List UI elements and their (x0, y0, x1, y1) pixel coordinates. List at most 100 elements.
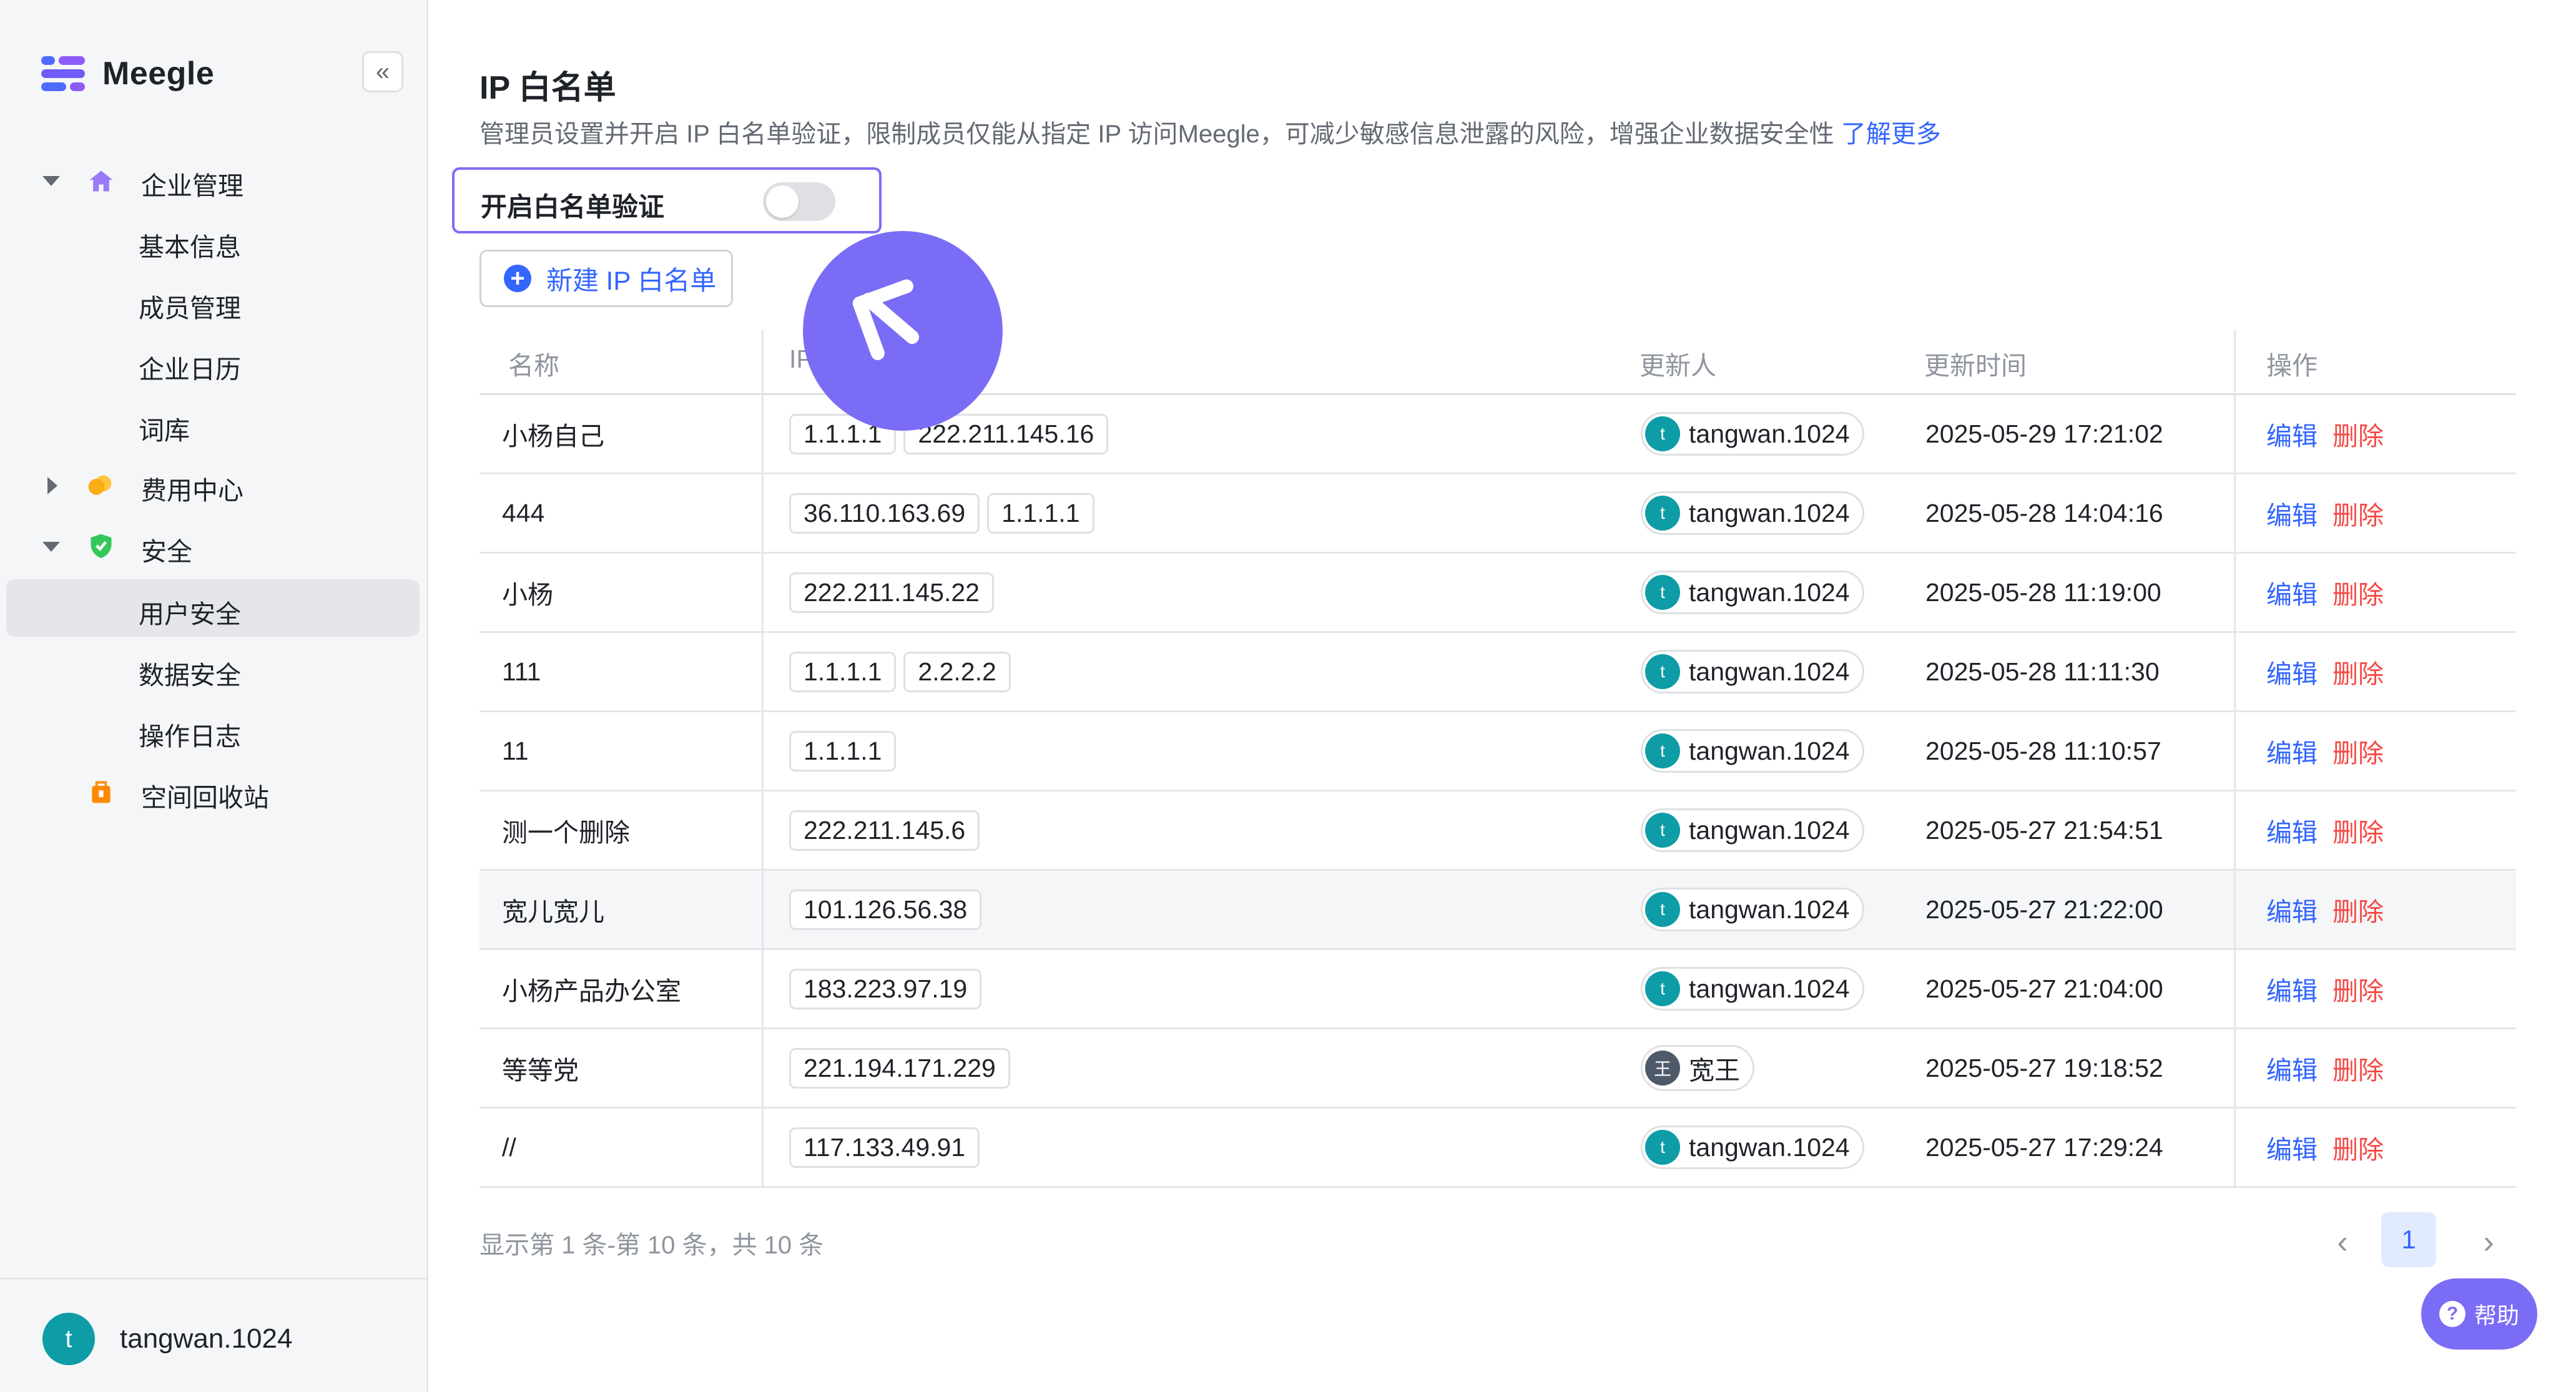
trash-bag-icon (92, 781, 111, 803)
edit-button[interactable]: 编辑 (2266, 811, 2318, 849)
sidebar-item-glossary[interactable]: 词库 (139, 409, 190, 447)
current-user-name[interactable]: tangwan.1024 (120, 1323, 292, 1355)
user-chip[interactable]: t tangwan.1024 (1641, 888, 1864, 931)
column-header-actions: 操作 (2266, 351, 2318, 380)
user-chip[interactable]: t tangwan.1024 (1641, 412, 1864, 456)
cell-updater: t tangwan.1024 (1641, 474, 1864, 552)
delete-button[interactable]: 删除 (2333, 1129, 2384, 1166)
whitelist-toggle-switch[interactable] (763, 182, 835, 221)
sidebar-item-data-security[interactable]: 数据安全 (139, 654, 241, 692)
user-chip[interactable]: t tangwan.1024 (1641, 650, 1864, 694)
plus-circle-icon: + (504, 265, 531, 292)
delete-button[interactable]: 删除 (2333, 653, 2384, 690)
cell-ips: 117.133.49.91 (789, 1109, 987, 1186)
cell-actions: 编辑 删除 (2266, 950, 2384, 1027)
help-button[interactable]: ? 帮助 (2421, 1278, 2537, 1350)
delete-button[interactable]: 删除 (2333, 811, 2384, 849)
edit-button[interactable]: 编辑 (2266, 1049, 2318, 1087)
double-chevron-left-icon: « (375, 57, 390, 86)
updater-name: tangwan.1024 (1689, 736, 1850, 765)
ip-tag: 222.211.145.22 (789, 572, 994, 613)
user-chip[interactable]: 王 宽王 (1641, 1045, 1754, 1091)
updater-name: tangwan.1024 (1689, 419, 1850, 448)
cell-name: // (502, 1132, 516, 1162)
cell-ips: 222.211.145.22 (789, 554, 1001, 631)
table-row: 444 36.110.163.69 1.1.1.1 t tangwan.1024 … (479, 474, 2516, 554)
cell-actions: 编辑 删除 (2266, 554, 2384, 631)
avatar: t (1645, 496, 1680, 531)
sidebar-item-calendar[interactable]: 企业日历 (139, 348, 241, 386)
edit-button[interactable]: 编辑 (2266, 732, 2318, 770)
sidebar-item-members[interactable]: 成员管理 (139, 287, 241, 325)
page-description: 管理员设置并开启 IP 白名单验证，限制成员仅能从指定 IP 访问Meegle，… (479, 114, 1941, 150)
delete-button[interactable]: 删除 (2333, 732, 2384, 770)
pagination-summary: 显示第 1 条-第 10 条，共 10 条 (479, 1232, 824, 1259)
cell-ips: 101.126.56.38 (789, 871, 989, 948)
cell-actions: 编辑 删除 (2266, 1109, 2384, 1186)
user-chip[interactable]: t tangwan.1024 (1641, 1125, 1864, 1169)
cell-updater: t tangwan.1024 (1641, 950, 1864, 1027)
cell-ips: 36.110.163.69 1.1.1.1 (789, 474, 1102, 552)
avatar: t (1645, 813, 1680, 848)
shield-icon (91, 534, 112, 559)
cell-name: 小杨自己 (502, 422, 604, 451)
cell-actions: 编辑 删除 (2266, 792, 2384, 869)
sidebar-item-basic-info[interactable]: 基本信息 (139, 226, 241, 263)
home-icon (89, 170, 113, 192)
cell-updater: t tangwan.1024 (1641, 792, 1864, 869)
collapse-sidebar-button[interactable]: « (362, 51, 403, 92)
sidebar-item-operation-log[interactable]: 操作日志 (139, 715, 241, 753)
sidebar-group-label: 企业管理 (141, 172, 243, 200)
edit-button[interactable]: 编辑 (2266, 574, 2318, 611)
table-row: 11 1.1.1.1 t tangwan.1024 2025-05-28 11:… (479, 712, 2516, 792)
ip-tag: 36.110.163.69 (789, 493, 980, 534)
caret-down-icon[interactable] (42, 176, 60, 186)
sidebar-item-user-security[interactable]: 用户安全 (139, 593, 241, 630)
delete-button[interactable]: 删除 (2333, 415, 2384, 453)
user-chip[interactable]: t tangwan.1024 (1641, 808, 1864, 852)
brand[interactable]: Meegle (41, 54, 214, 94)
table-row: 宽儿宽儿 101.126.56.38 t tangwan.1024 2025-0… (479, 871, 2516, 950)
cell-ips: 1.1.1.1 (789, 712, 903, 790)
toggle-knob (766, 185, 799, 218)
cell-updated-at: 2025-05-28 14:04:16 (1925, 498, 2163, 527)
edit-button[interactable]: 编辑 (2266, 1129, 2318, 1166)
edit-button[interactable]: 编辑 (2266, 891, 2318, 928)
edit-button[interactable]: 编辑 (2266, 494, 2318, 532)
cell-updater: t tangwan.1024 (1641, 633, 1864, 710)
updater-name: tangwan.1024 (1689, 974, 1850, 1003)
cell-updated-at: 2025-05-27 17:29:24 (1925, 1132, 2163, 1162)
table-row: // 117.133.49.91 t tangwan.1024 2025-05-… (479, 1109, 2516, 1188)
caret-down-icon[interactable] (42, 542, 60, 552)
user-chip[interactable]: t tangwan.1024 (1641, 967, 1864, 1011)
delete-button[interactable]: 删除 (2333, 1049, 2384, 1087)
cell-updater: t tangwan.1024 (1641, 554, 1864, 631)
table-body: 小杨自己 1.1.1.1 222.211.145.16 t tangwan.102… (479, 395, 2516, 1188)
avatar[interactable]: t (42, 1313, 95, 1365)
edit-button[interactable]: 编辑 (2266, 970, 2318, 1007)
chevron-right-icon[interactable]: › (2464, 1217, 2514, 1267)
ip-tag: 1.1.1.1 (789, 651, 897, 692)
chevron-left-icon[interactable]: ‹ (2318, 1217, 2367, 1267)
learn-more-link[interactable]: 了解更多 (1841, 120, 1941, 148)
delete-button[interactable]: 删除 (2333, 574, 2384, 611)
brand-name: Meegle (102, 56, 215, 92)
page-button-current[interactable]: 1 (2381, 1212, 2436, 1267)
delete-button[interactable]: 删除 (2333, 494, 2384, 532)
cell-name: 宽儿宽儿 (502, 898, 604, 926)
cell-updated-at: 2025-05-28 11:10:57 (1925, 736, 2161, 765)
whitelist-toggle-panel: 开启白名单验证 (452, 167, 882, 233)
sidebar-group-label: 费用中心 (141, 476, 243, 505)
avatar: t (1645, 892, 1680, 927)
user-chip[interactable]: t tangwan.1024 (1641, 729, 1864, 773)
edit-button[interactable]: 编辑 (2266, 415, 2318, 453)
new-ip-whitelist-button[interactable]: + 新建 IP 白名单 (479, 250, 733, 307)
user-chip[interactable]: t tangwan.1024 (1641, 491, 1864, 535)
help-label: 帮助 (2474, 1303, 2519, 1328)
delete-button[interactable]: 删除 (2333, 891, 2384, 928)
caret-right-icon[interactable] (47, 477, 57, 494)
edit-button[interactable]: 编辑 (2266, 653, 2318, 690)
user-chip[interactable]: t tangwan.1024 (1641, 571, 1864, 614)
delete-button[interactable]: 删除 (2333, 970, 2384, 1007)
cell-actions: 编辑 删除 (2266, 474, 2384, 552)
